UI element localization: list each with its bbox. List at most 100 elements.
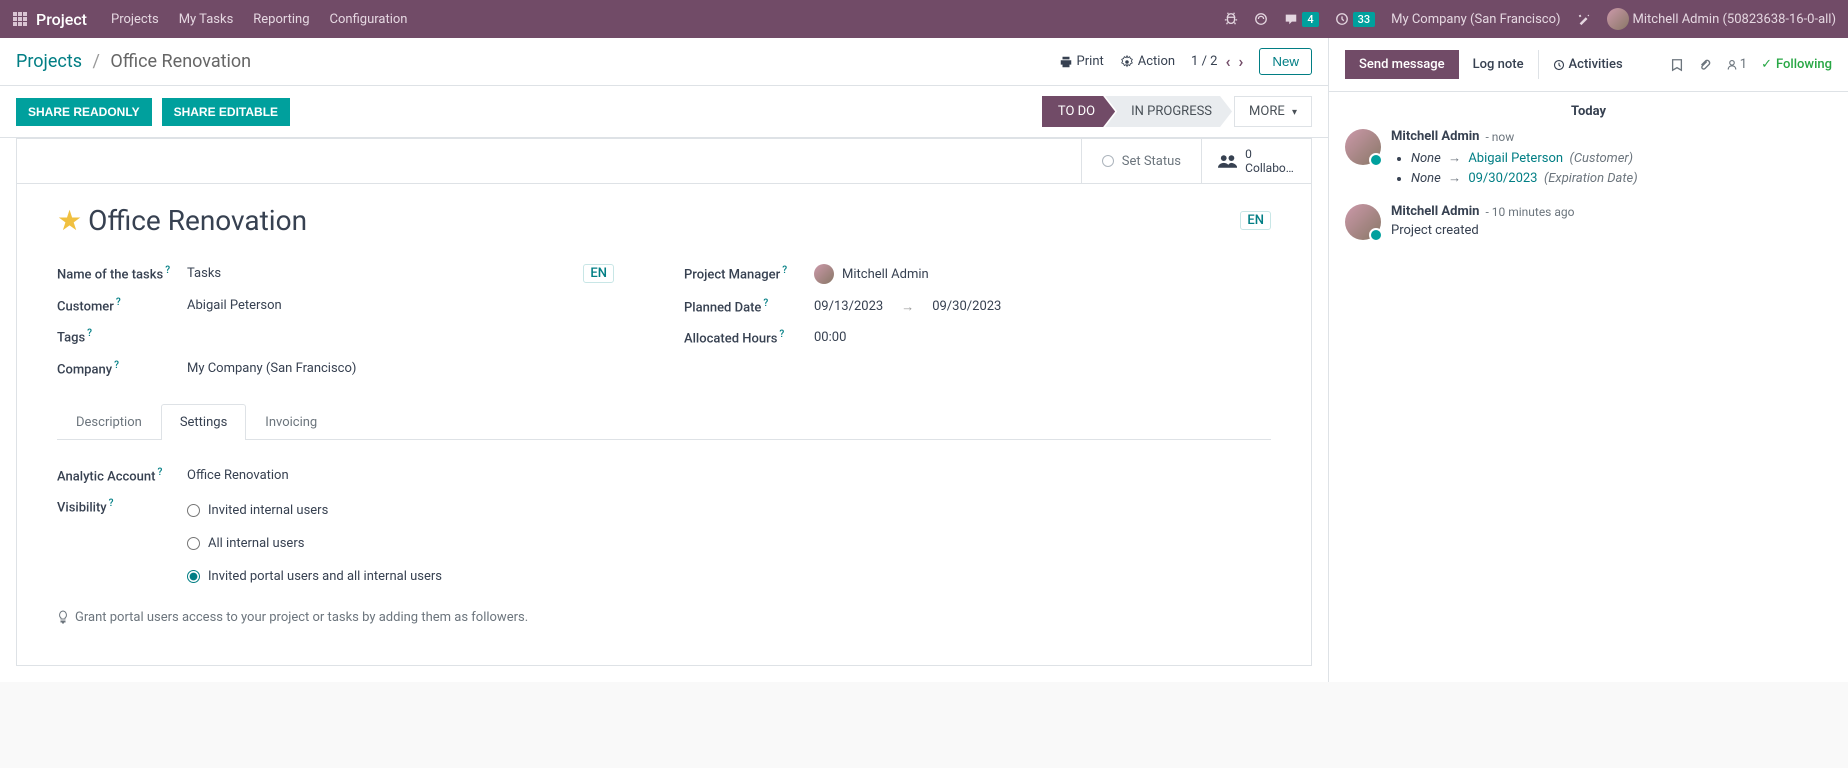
nav-reporting[interactable]: Reporting	[253, 12, 309, 27]
stage-more[interactable]: MORE ▾	[1234, 96, 1312, 127]
help-icon[interactable]: ?	[763, 298, 768, 309]
nav-my-tasks[interactable]: My Tasks	[179, 12, 234, 27]
nav-projects[interactable]: Projects	[111, 12, 159, 27]
status-circle-icon	[1102, 155, 1114, 167]
messages-badge: 4	[1302, 12, 1318, 27]
activities-icon[interactable]: 33	[1335, 12, 1376, 27]
visibility-radio-2[interactable]	[187, 537, 200, 550]
print-icon	[1059, 55, 1073, 69]
bookmark-icon[interactable]	[1670, 58, 1684, 72]
send-message-button[interactable]: Send message	[1345, 50, 1459, 79]
help-icon[interactable]: ?	[782, 265, 787, 276]
tools-icon[interactable]	[1577, 12, 1591, 26]
lang-button-inline[interactable]: EN	[583, 264, 614, 283]
breadcrumb: Projects / Office Renovation	[16, 51, 251, 72]
help-icon[interactable]: ?	[116, 297, 121, 308]
user-menu[interactable]: Mitchell Admin (50823638-16-0-all)	[1607, 8, 1836, 30]
visibility-radio-3[interactable]	[187, 570, 200, 583]
visibility-option-portal[interactable]: Invited portal users and all internal us…	[187, 564, 442, 589]
label-visibility: Visibility?	[57, 498, 187, 515]
activities-badge: 33	[1353, 12, 1376, 27]
messages-icon[interactable]: 4	[1284, 12, 1318, 27]
pager: 1 / 2 ‹ ›	[1191, 52, 1243, 71]
people-icon	[1218, 153, 1237, 169]
help-icon[interactable]: ?	[87, 328, 92, 339]
debug-icon[interactable]	[1224, 12, 1238, 26]
tab-content-settings: Analytic Account? Office Renovation Visi…	[57, 440, 1271, 645]
message-item: Mitchell Admin - 10 minutes ago Project …	[1345, 204, 1832, 240]
visibility-option-all-internal[interactable]: All internal users	[187, 531, 304, 556]
new-button[interactable]: New	[1259, 48, 1312, 75]
user-avatar-icon	[1607, 8, 1629, 30]
field-customer[interactable]: Abigail Peterson	[187, 298, 644, 313]
star-icon[interactable]: ★	[57, 204, 82, 237]
field-allocated-hours[interactable]: 00:00	[814, 330, 1271, 345]
arrow-right-icon: →	[1448, 171, 1461, 186]
tab-settings[interactable]: Settings	[161, 404, 246, 440]
stage-in-progress[interactable]: IN PROGRESS	[1105, 96, 1232, 127]
chatter-header: Send message Log note Activities 1 ✓ Fol…	[1329, 38, 1848, 92]
nav-configuration[interactable]: Configuration	[330, 12, 408, 27]
log-note-button[interactable]: Log note	[1459, 50, 1538, 79]
chatter-body: Today Mitchell Admin - now None → Abigai…	[1329, 92, 1848, 268]
change-row: None → Abigail Peterson (Customer)	[1411, 148, 1832, 168]
label-tags: Tags?	[57, 328, 187, 345]
brand[interactable]: Project	[36, 10, 87, 29]
arrow-right-icon: →	[1448, 151, 1461, 166]
help-icon[interactable]: ?	[165, 265, 170, 276]
visibility-option-invited-internal[interactable]: Invited internal users	[187, 498, 328, 523]
visibility-radio-1[interactable]	[187, 504, 200, 517]
field-project-manager[interactable]: Mitchell Admin	[814, 264, 1271, 284]
share-readonly-button[interactable]: SHARE READONLY	[16, 98, 152, 126]
label-allocated-hours: Allocated Hours?	[684, 329, 814, 346]
message-author[interactable]: Mitchell Admin	[1391, 129, 1479, 144]
following-button[interactable]: ✓ Following	[1761, 57, 1832, 72]
set-status-button[interactable]: Set Status	[1081, 139, 1201, 183]
followers-button[interactable]: 1	[1726, 57, 1747, 72]
collab-count: 0	[1245, 147, 1295, 161]
share-editable-button[interactable]: SHARE EDITABLE	[162, 98, 290, 126]
attachment-icon[interactable]	[1698, 58, 1712, 72]
field-company[interactable]: My Company (San Francisco)	[187, 361, 644, 376]
label-analytic-account: Analytic Account?	[57, 467, 187, 484]
message-time: - now	[1485, 130, 1514, 144]
arrow-right-icon: →	[901, 299, 914, 315]
label-planned-date: Planned Date?	[684, 298, 814, 315]
help-icon[interactable]: ?	[779, 329, 784, 340]
action-button[interactable]: Action	[1120, 54, 1175, 69]
person-icon	[1726, 59, 1738, 71]
collab-label: Collabor…	[1245, 161, 1295, 175]
field-name-tasks[interactable]: Tasks EN	[187, 264, 644, 283]
tab-description[interactable]: Description	[57, 404, 161, 440]
check-icon: ✓	[1761, 57, 1772, 72]
company-switcher[interactable]: My Company (San Francisco)	[1391, 12, 1560, 27]
lang-button[interactable]: EN	[1240, 211, 1271, 230]
user-label: Mitchell Admin (50823638-16-0-all)	[1633, 12, 1836, 27]
apps-icon[interactable]	[12, 11, 28, 27]
help-icon[interactable]: ?	[109, 498, 114, 509]
collaborators-button[interactable]: 0 Collabor…	[1201, 139, 1311, 183]
message-avatar-icon	[1345, 129, 1381, 165]
support-icon[interactable]	[1254, 12, 1268, 26]
print-button[interactable]: Print	[1059, 54, 1104, 69]
activities-button[interactable]: Activities	[1538, 50, 1637, 79]
breadcrumb-bar: Projects / Office Renovation Print Actio…	[0, 38, 1328, 86]
top-nav: Project Projects My Tasks Reporting Conf…	[0, 0, 1848, 38]
breadcrumb-root[interactable]: Projects	[16, 51, 82, 72]
label-company: Company?	[57, 360, 187, 377]
help-icon[interactable]: ?	[114, 360, 119, 371]
page-title[interactable]: Office Renovation	[88, 204, 307, 237]
pager-prev-icon[interactable]: ‹	[1225, 52, 1230, 71]
tabs: Description Settings Invoicing	[57, 404, 1271, 440]
pager-next-icon[interactable]: ›	[1238, 52, 1243, 71]
tab-invoicing[interactable]: Invoicing	[246, 404, 336, 440]
pager-count[interactable]: 1 / 2	[1191, 54, 1217, 69]
label-customer: Customer?	[57, 297, 187, 314]
help-icon[interactable]: ?	[157, 467, 162, 478]
chevron-down-icon: ▾	[1292, 107, 1297, 118]
lightbulb-icon	[57, 610, 69, 624]
field-analytic-account[interactable]: Office Renovation	[187, 468, 1271, 483]
message-author[interactable]: Mitchell Admin	[1391, 204, 1479, 219]
field-planned-date[interactable]: 09/13/2023 → 09/30/2023	[814, 299, 1271, 315]
stage-todo[interactable]: TO DO	[1042, 96, 1115, 127]
